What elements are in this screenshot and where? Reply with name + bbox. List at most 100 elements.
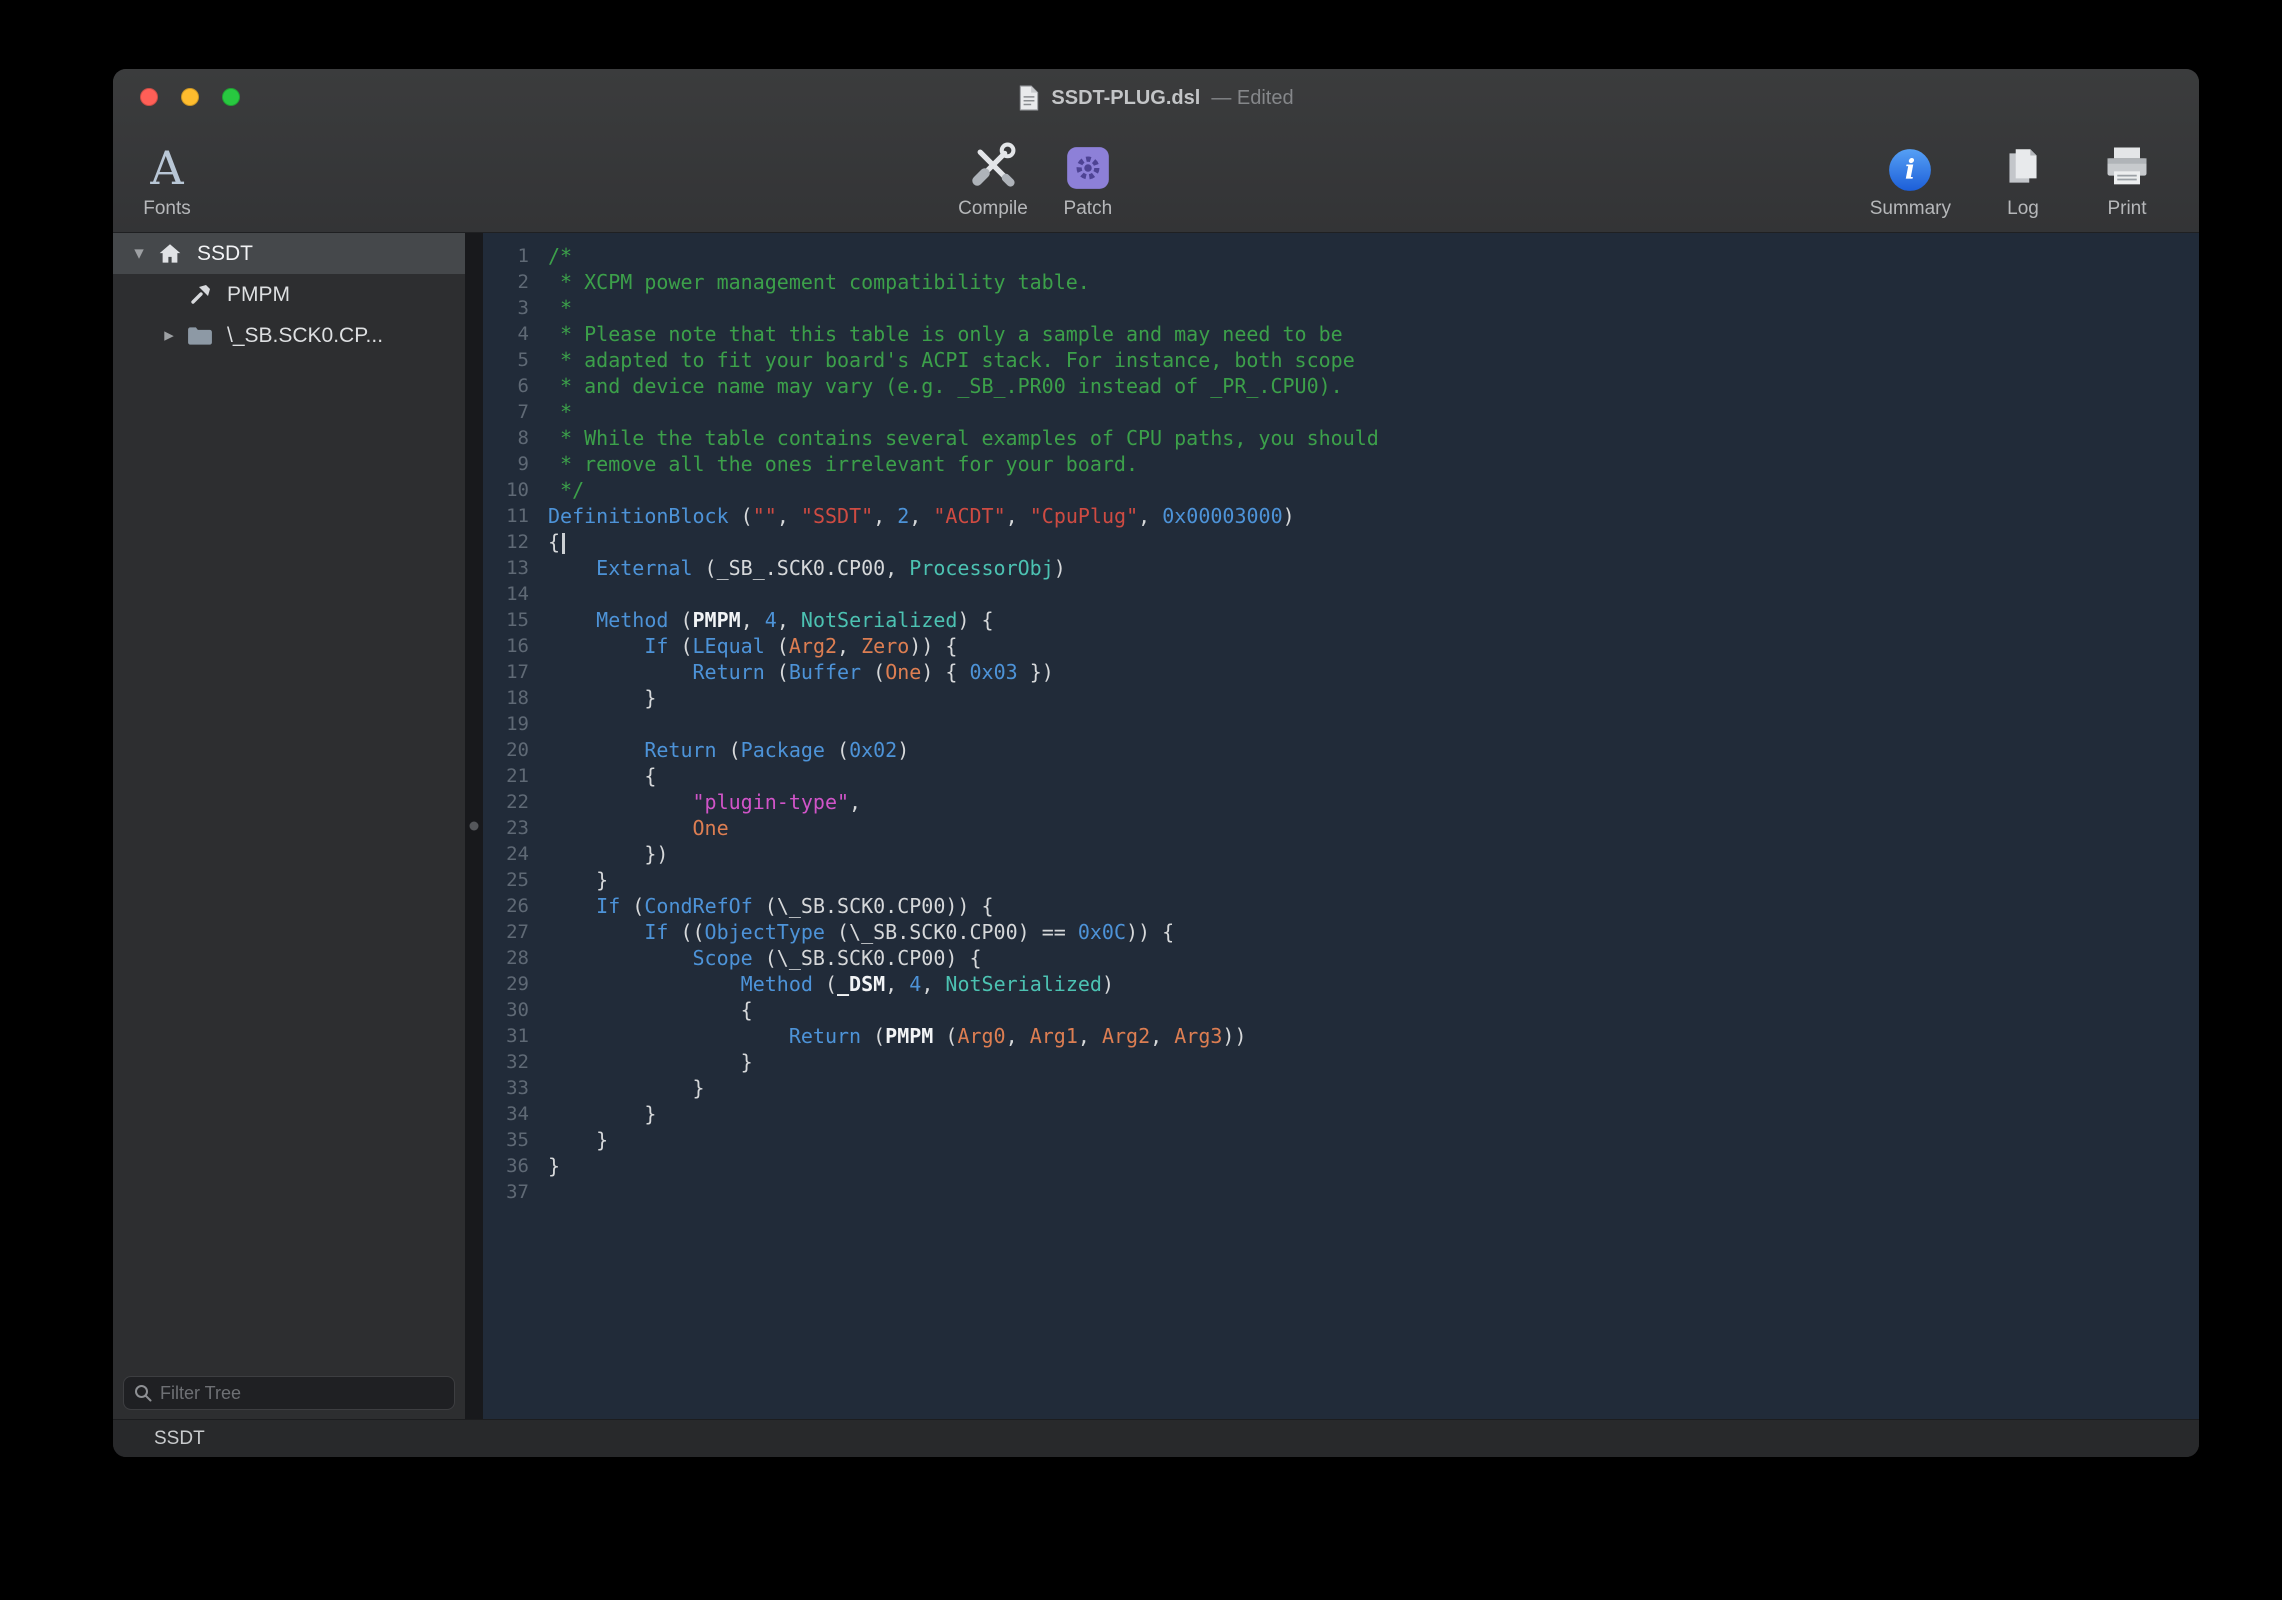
code-text: }: [548, 1075, 705, 1101]
toolbar-button-log[interactable]: Log: [1991, 135, 2055, 220]
filter-tree-container: [113, 1376, 465, 1419]
code-text: One: [548, 815, 729, 841]
code-line[interactable]: 26 If (CondRefOf (\_SB.SCK0.CP00)) {: [483, 893, 2199, 919]
toolbar-button-label: Print: [2107, 198, 2146, 220]
code-text: *: [548, 295, 572, 321]
code-line[interactable]: 34 }: [483, 1101, 2199, 1127]
line-number: 33: [483, 1075, 529, 1101]
code-text: Method (PMPM, 4, NotSerialized) {: [548, 607, 994, 633]
pane-divider[interactable]: [465, 233, 483, 1419]
code-text: * While the table contains several examp…: [548, 425, 1379, 451]
info-circle-icon: i: [1887, 135, 1933, 193]
toolbar-button-summary[interactable]: iSummary: [1870, 135, 1951, 220]
code-line[interactable]: 13 External (_SB_.SCK0.CP00, ProcessorOb…: [483, 555, 2199, 581]
titlebar[interactable]: SSDT-PLUG.dsl — Edited: [113, 69, 2199, 125]
code-line[interactable]: 37: [483, 1179, 2199, 1205]
line-number: 36: [483, 1153, 529, 1179]
code-line[interactable]: 33 }: [483, 1075, 2199, 1101]
code-line[interactable]: 18 }: [483, 685, 2199, 711]
line-number: 7: [483, 399, 529, 425]
code-line[interactable]: 30 {: [483, 997, 2199, 1023]
code-text: Method (_DSM, 4, NotSerialized): [548, 971, 1114, 997]
code-line[interactable]: 15 Method (PMPM, 4, NotSerialized) {: [483, 607, 2199, 633]
code-line[interactable]: 11DefinitionBlock ("", "SSDT", 2, "ACDT"…: [483, 503, 2199, 529]
sidebar-item-ssdt[interactable]: ▾ SSDT: [113, 233, 465, 274]
code-line[interactable]: 7 *: [483, 399, 2199, 425]
folder-icon: [185, 325, 215, 347]
line-number: 15: [483, 607, 529, 633]
line-number: 28: [483, 945, 529, 971]
line-number: 13: [483, 555, 529, 581]
disclosure-down-icon[interactable]: ▾: [123, 242, 155, 265]
code-text: * and device name may vary (e.g. _SB_.PR…: [548, 373, 1343, 399]
sidebar-item-label: SSDT: [197, 242, 253, 266]
code-text: {: [548, 997, 753, 1023]
line-number: 34: [483, 1101, 529, 1127]
code-line[interactable]: 25 }: [483, 867, 2199, 893]
code-line[interactable]: 23 One: [483, 815, 2199, 841]
search-icon: [133, 1383, 153, 1403]
code-text: }: [548, 1101, 656, 1127]
line-number: 37: [483, 1179, 529, 1205]
code-line[interactable]: 20 Return (Package (0x02): [483, 737, 2199, 763]
code-line[interactable]: 29 Method (_DSM, 4, NotSerialized): [483, 971, 2199, 997]
toolbar-button-fonts[interactable]: AFonts: [135, 135, 199, 220]
filter-tree-field[interactable]: [123, 1376, 455, 1410]
code-text: *: [548, 399, 572, 425]
code-line[interactable]: 17 Return (Buffer (One) { 0x03 }): [483, 659, 2199, 685]
code-line[interactable]: 16 If (LEqual (Arg2, Zero)) {: [483, 633, 2199, 659]
code-line[interactable]: 14: [483, 581, 2199, 607]
code-line[interactable]: 6 * and device name may vary (e.g. _SB_.…: [483, 373, 2199, 399]
line-number: 22: [483, 789, 529, 815]
code-line[interactable]: 3 *: [483, 295, 2199, 321]
code-text: Return (Package (0x02): [548, 737, 909, 763]
toolbar-left: AFonts: [135, 135, 199, 220]
filter-tree-input[interactable]: [160, 1383, 445, 1404]
code-line[interactable]: 10 */: [483, 477, 2199, 503]
line-number: 10: [483, 477, 529, 503]
code-line[interactable]: 1/*: [483, 243, 2199, 269]
disclosure-right-icon[interactable]: ▸: [153, 324, 185, 347]
code-text: * remove all the ones irrelevant for you…: [548, 451, 1138, 477]
svg-text:i: i: [1905, 153, 1915, 185]
main-content: ▾ SSDT PMPM ▸ \_SB.SCK0.CP... 1/*2 * XCPM po…: [113, 233, 2199, 1419]
code-line[interactable]: 4 * Please note that this table is only …: [483, 321, 2199, 347]
code-line[interactable]: 32 }: [483, 1049, 2199, 1075]
sidebar-item-label: \_SB.SCK0.CP...: [227, 324, 383, 348]
code-line[interactable]: 27 If ((ObjectType (\_SB.SCK0.CP00) == 0…: [483, 919, 2199, 945]
code-line[interactable]: 8 * While the table contains several exa…: [483, 425, 2199, 451]
toolbar-button-patch[interactable]: Patch: [1056, 135, 1120, 220]
sidebar-item-sb-sck0-cp[interactable]: ▸ \_SB.SCK0.CP...: [113, 315, 465, 356]
line-number: 35: [483, 1127, 529, 1153]
code-line[interactable]: 31 Return (PMPM (Arg0, Arg1, Arg2, Arg3)…: [483, 1023, 2199, 1049]
line-number: 8: [483, 425, 529, 451]
line-number: 30: [483, 997, 529, 1023]
status-bar: SSDT: [113, 1419, 2199, 1457]
code-line[interactable]: 22 "plugin-type",: [483, 789, 2199, 815]
line-number: 18: [483, 685, 529, 711]
code-text: "plugin-type",: [548, 789, 861, 815]
code-line[interactable]: 28 Scope (\_SB.SCK0.CP00) {: [483, 945, 2199, 971]
sidebar-item-pmpm[interactable]: PMPM: [113, 274, 465, 315]
code-text: * Please note that this table is only a …: [548, 321, 1343, 347]
code-line[interactable]: 35 }: [483, 1127, 2199, 1153]
code-line[interactable]: 5 * adapted to fit your board's ACPI sta…: [483, 347, 2199, 373]
code-text: {: [548, 529, 565, 555]
line-number: 26: [483, 893, 529, 919]
code-editor[interactable]: 1/*2 * XCPM power management compatibili…: [483, 233, 2199, 1419]
toolbar-button-print[interactable]: Print: [2095, 135, 2159, 220]
code-line[interactable]: 2 * XCPM power management compatibility …: [483, 269, 2199, 295]
code-line[interactable]: 24 }): [483, 841, 2199, 867]
line-number: 29: [483, 971, 529, 997]
code-line[interactable]: 12{: [483, 529, 2199, 555]
line-number: 23: [483, 815, 529, 841]
toolbar-button-compile[interactable]: Compile: [958, 135, 1028, 220]
code-line[interactable]: 21 {: [483, 763, 2199, 789]
code-line[interactable]: 36}: [483, 1153, 2199, 1179]
code-text: Return (Buffer (One) { 0x03 }): [548, 659, 1054, 685]
code-line[interactable]: 19: [483, 711, 2199, 737]
fonts-letter-a-icon: A: [150, 135, 183, 193]
line-number: 11: [483, 503, 529, 529]
code-line[interactable]: 9 * remove all the ones irrelevant for y…: [483, 451, 2199, 477]
toolbar: AFonts Compile Patch iSummary Log Print: [113, 125, 2199, 232]
